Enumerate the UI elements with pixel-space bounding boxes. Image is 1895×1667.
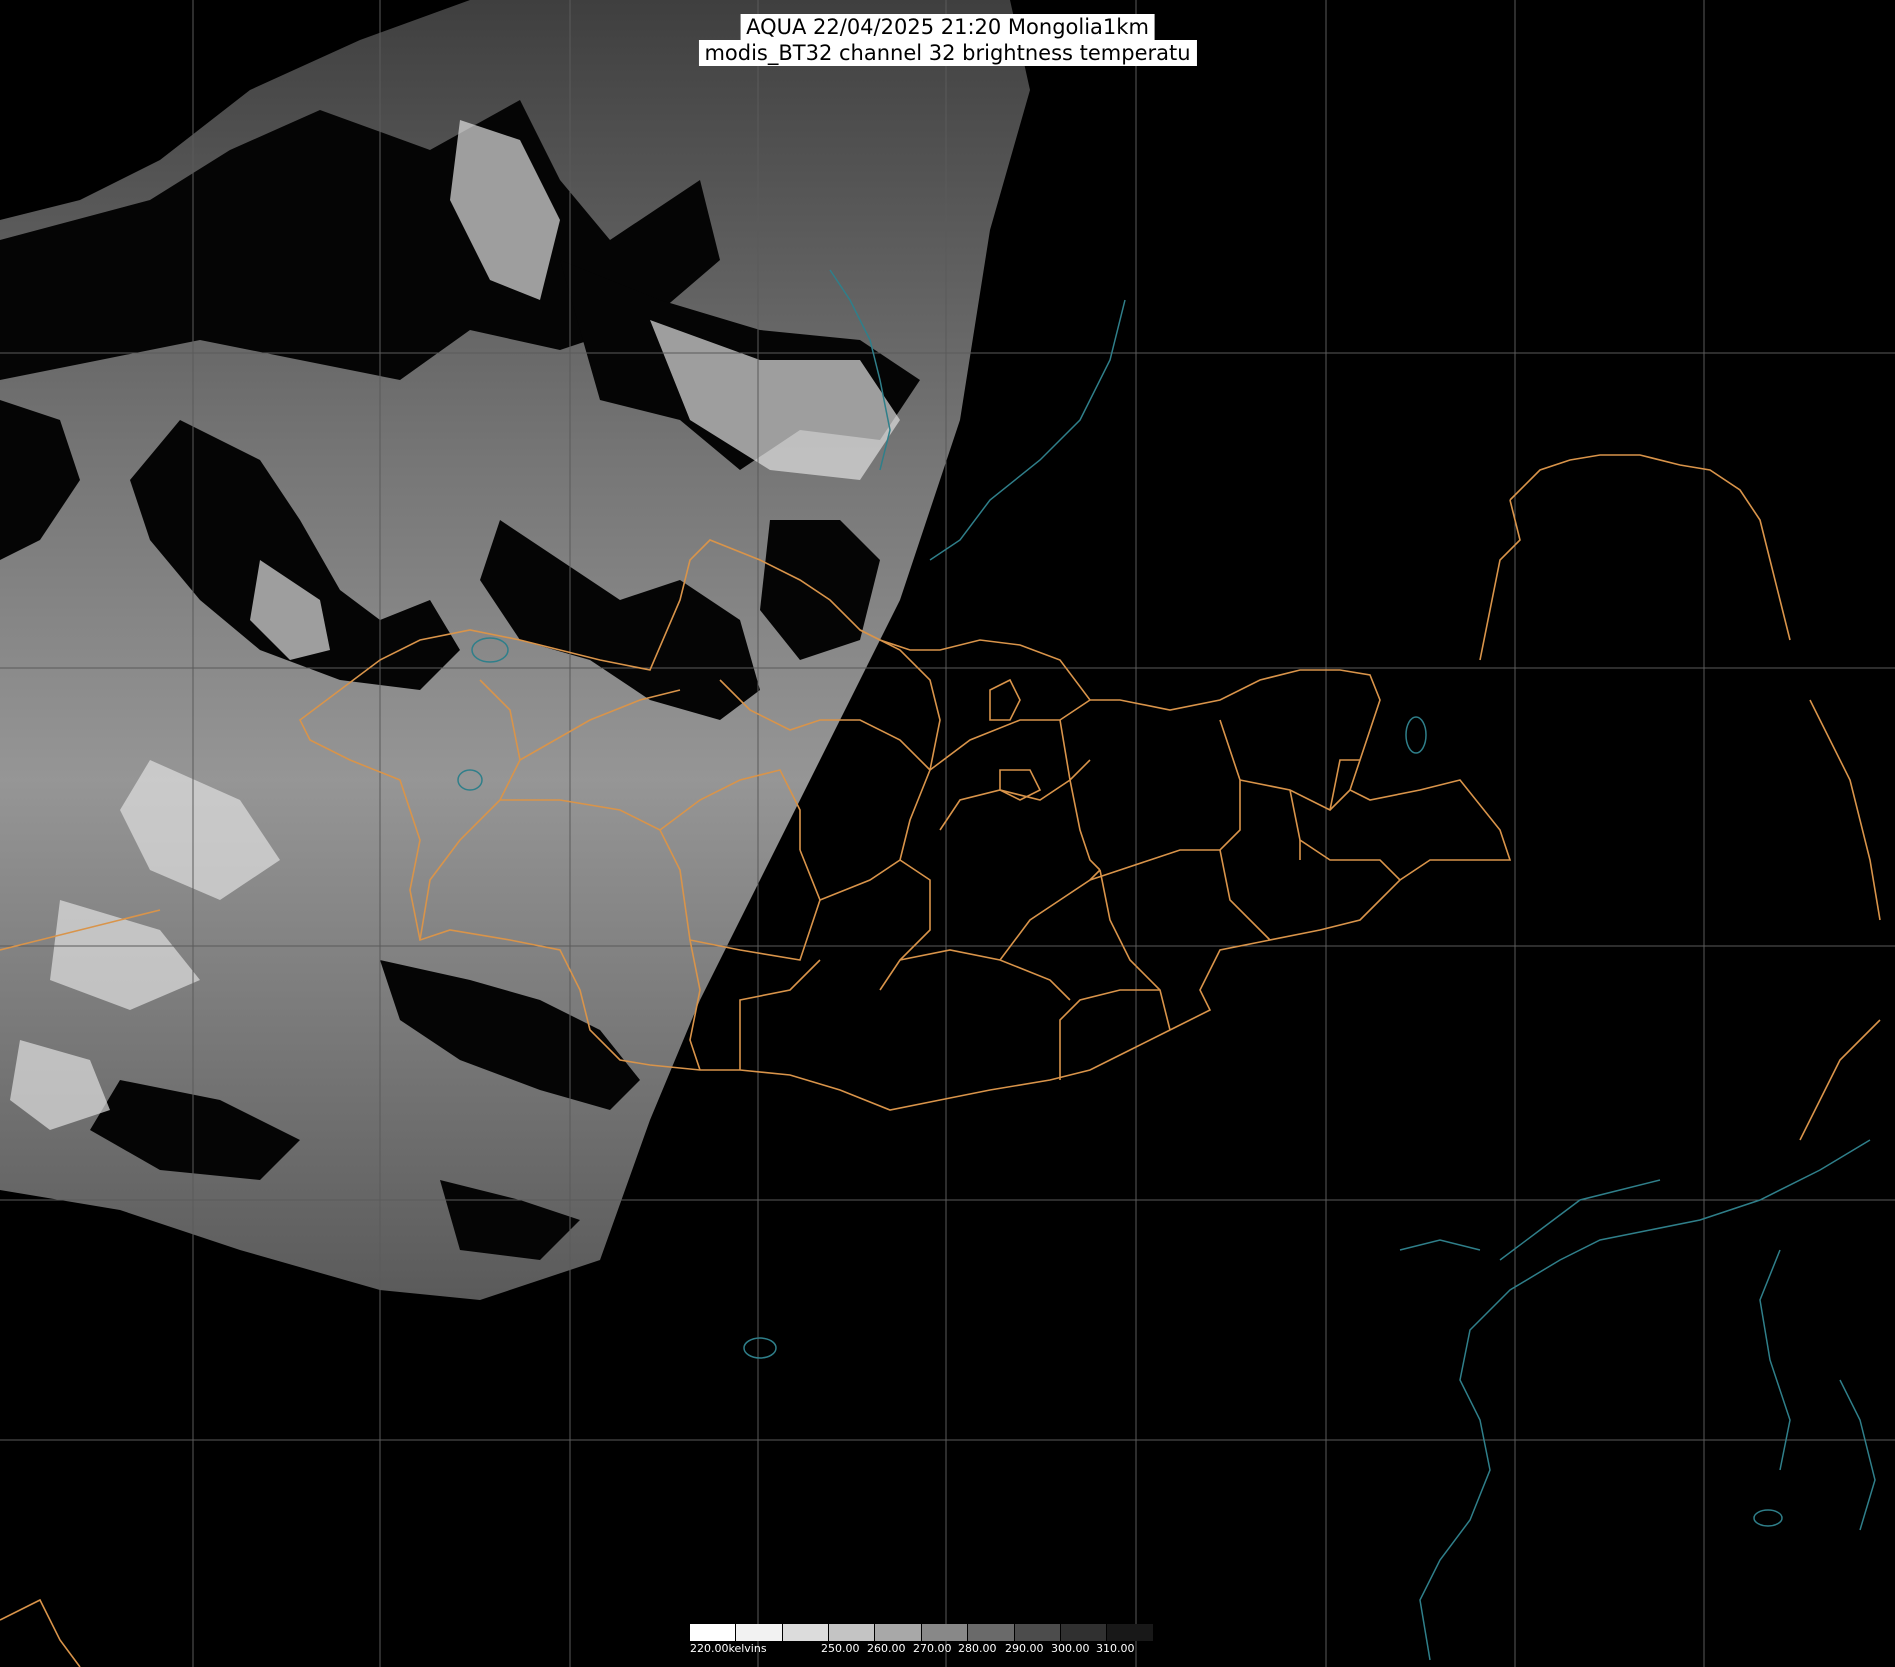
legend-tick: 300.00 xyxy=(1051,1642,1090,1655)
legend-tick: 310.00 xyxy=(1096,1642,1135,1655)
legend-swatch xyxy=(1153,1624,1200,1641)
color-scale-legend: 220.00kelvins 250.00 260.00 270.00 280.0… xyxy=(690,1624,1202,1664)
legend-tick: 270.00 xyxy=(913,1642,952,1655)
legend-swatch xyxy=(1107,1624,1154,1641)
satellite-map xyxy=(0,0,1895,1667)
legend-swatch xyxy=(1060,1624,1108,1641)
legend-tick: 280.00 xyxy=(958,1642,997,1655)
legend-tick: 260.00 xyxy=(867,1642,906,1655)
legend-tick: 250.00 xyxy=(821,1642,860,1655)
legend-swatch xyxy=(1014,1624,1061,1641)
legend-swatch xyxy=(921,1624,969,1641)
color-scale-bar xyxy=(690,1624,1200,1641)
legend-swatch xyxy=(875,1624,922,1641)
legend-min-label: 220.00kelvins xyxy=(690,1642,767,1655)
legend-tick: 290.00 xyxy=(1005,1642,1044,1655)
color-scale-labels: 220.00kelvins 250.00 260.00 270.00 280.0… xyxy=(690,1642,1202,1662)
title-line-1: AQUA 22/04/2025 21:20 Mongolia1km xyxy=(740,14,1155,40)
legend-swatch xyxy=(968,1624,1015,1641)
legend-swatch xyxy=(736,1624,783,1641)
legend-swatch xyxy=(782,1624,830,1641)
legend-swatch xyxy=(690,1624,737,1641)
title-line-2: modis_BT32 channel 32 brightness tempera… xyxy=(698,40,1197,66)
legend-swatch xyxy=(829,1624,876,1641)
